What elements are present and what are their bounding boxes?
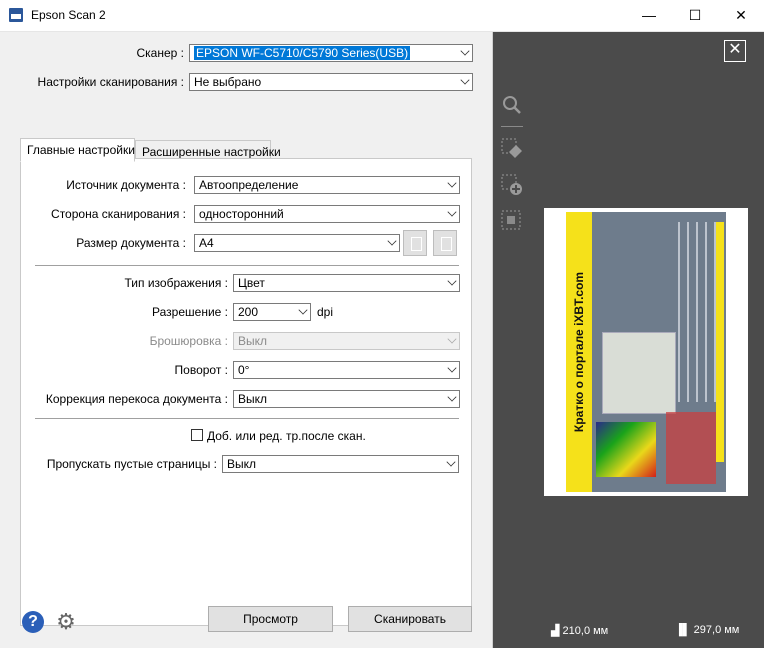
doc-photo bbox=[602, 332, 676, 414]
minimize-button[interactable]: — bbox=[626, 0, 672, 31]
scan-settings-select[interactable]: Не выбрано bbox=[189, 73, 473, 91]
preview-button[interactable]: Просмотр bbox=[208, 606, 333, 632]
chevron-down-icon bbox=[387, 236, 397, 246]
width-icon: ▟ bbox=[551, 625, 560, 637]
close-window-button[interactable]: ✕ bbox=[718, 0, 764, 31]
doc-text-lines bbox=[678, 222, 718, 402]
chevron-down-icon bbox=[447, 178, 457, 188]
size-value: A4 bbox=[199, 236, 214, 250]
help-icon[interactable]: ? bbox=[22, 611, 44, 633]
skip-blank-label: Пропускать пустые страницы : bbox=[46, 457, 217, 471]
rotation-value: 0° bbox=[238, 363, 250, 377]
side-select[interactable]: односторонний bbox=[194, 205, 460, 223]
resolution-value: 200 bbox=[238, 305, 259, 319]
preview-area: ✕ Кратко о портале iXBT.com ▟ 210,0 мм ▐… bbox=[493, 32, 764, 648]
eraser-icon[interactable] bbox=[501, 138, 523, 160]
main-settings-panel: Источник документа : Автоопределение Сто… bbox=[20, 158, 472, 626]
chevron-down-icon bbox=[447, 207, 457, 217]
height-value: 297,0 мм bbox=[693, 624, 740, 636]
skew-value: Выкл bbox=[238, 392, 268, 406]
maximize-button[interactable]: ☐ bbox=[672, 0, 718, 31]
scan-settings-value: Не выбрано bbox=[194, 75, 262, 89]
doc-yellow-stripe bbox=[716, 222, 724, 462]
settings-area: Сканер : EPSON WF-C5710/C5790 Series(USB… bbox=[0, 32, 493, 648]
side-label: Сторона сканирования : bbox=[51, 207, 186, 221]
rotation-select[interactable]: 0° bbox=[233, 361, 460, 379]
window-title: Epson Scan 2 bbox=[31, 8, 106, 22]
app-icon bbox=[9, 8, 23, 22]
width-readout: ▟ 210,0 мм bbox=[551, 624, 608, 637]
chevron-down-icon bbox=[460, 75, 470, 85]
source-label: Источник документа : bbox=[66, 178, 186, 192]
scanner-label: Сканер : bbox=[136, 46, 185, 60]
binding-value: Выкл bbox=[238, 334, 268, 348]
scan-button[interactable]: Сканировать bbox=[348, 606, 472, 632]
doc-heading: Кратко о портале iXBT.com bbox=[572, 271, 586, 433]
binding-select: Выкл bbox=[233, 332, 460, 350]
height-readout: ▐▌ 297,0 мм bbox=[675, 624, 739, 636]
image-type-value: Цвет bbox=[238, 276, 265, 290]
width-value: 210,0 мм bbox=[562, 625, 609, 637]
portrait-orientation-icon[interactable] bbox=[403, 230, 427, 256]
chevron-down-icon bbox=[447, 392, 457, 402]
skew-label: Коррекция перекоса документа : bbox=[45, 392, 228, 406]
image-type-label: Тип изображения : bbox=[124, 276, 229, 290]
close-icon[interactable]: ✕ bbox=[724, 40, 746, 62]
chevron-down-icon bbox=[447, 276, 457, 286]
chevron-down-icon bbox=[298, 305, 308, 315]
gear-icon[interactable]: ⚙ bbox=[55, 611, 77, 633]
scanner-select[interactable]: EPSON WF-C5710/C5790 Series(USB) bbox=[189, 44, 473, 62]
binding-label: Брошюровка : bbox=[149, 334, 228, 348]
skew-select[interactable]: Выкл bbox=[233, 390, 460, 408]
landscape-orientation-icon[interactable] bbox=[433, 230, 457, 256]
size-select[interactable]: A4 bbox=[194, 234, 400, 252]
tab-label: Главные настройки bbox=[27, 143, 135, 157]
chevron-down-icon bbox=[447, 334, 457, 344]
title-bar: Epson Scan 2 — ☐ ✕ bbox=[0, 0, 764, 32]
zoom-icon[interactable] bbox=[501, 94, 523, 116]
size-label: Размер документа : bbox=[76, 236, 186, 250]
image-type-select[interactable]: Цвет bbox=[233, 274, 460, 292]
resolution-unit: dpi bbox=[317, 305, 334, 319]
resolution-label: Разрешение : bbox=[152, 305, 228, 319]
resolution-select[interactable]: 200 bbox=[233, 303, 311, 321]
divider bbox=[35, 265, 459, 266]
chevron-down-icon bbox=[447, 363, 457, 373]
chevron-down-icon bbox=[460, 46, 470, 56]
add-edit-label: Доб. или ред. тр.после скан. bbox=[207, 429, 366, 443]
scan-settings-label: Настройки сканирования : bbox=[37, 75, 184, 89]
source-value: Автоопределение bbox=[199, 178, 299, 192]
skip-blank-select[interactable]: Выкл bbox=[222, 455, 459, 473]
divider bbox=[35, 418, 459, 419]
scanner-value: EPSON WF-C5710/C5790 Series(USB) bbox=[194, 46, 411, 60]
divider bbox=[501, 126, 523, 127]
tab-main-settings[interactable]: Главные настройки bbox=[20, 138, 135, 162]
source-select[interactable]: Автоопределение bbox=[194, 176, 460, 194]
preview-image-frame: Кратко о портале iXBT.com bbox=[544, 208, 748, 496]
chevron-down-icon bbox=[446, 457, 456, 467]
add-area-icon[interactable] bbox=[501, 174, 523, 196]
rotation-label: Поворот : bbox=[174, 363, 228, 377]
scanned-document: Кратко о портале iXBT.com bbox=[566, 212, 726, 492]
side-value: односторонний bbox=[199, 207, 284, 221]
tab-label: Расширенные настройки bbox=[142, 145, 281, 159]
skip-blank-value: Выкл bbox=[227, 457, 257, 471]
height-icon: ▐▌ bbox=[675, 624, 691, 636]
select-area-icon[interactable] bbox=[501, 210, 523, 232]
add-edit-checkbox[interactable] bbox=[191, 429, 203, 441]
doc-color-chart bbox=[596, 422, 656, 477]
doc-bar-chart bbox=[666, 412, 716, 484]
